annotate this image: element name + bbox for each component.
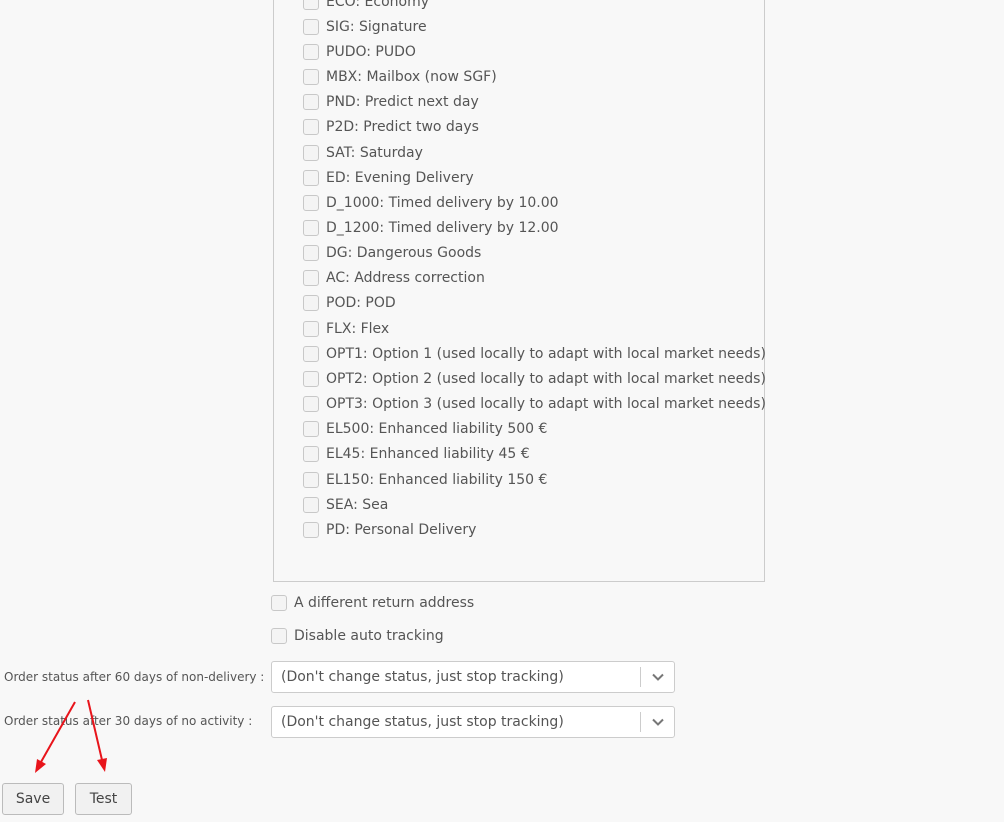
service-item-el150[interactable]: EL150: Enhanced liability 150 € [303,467,766,492]
disable-tracking-label: Disable auto tracking [294,628,444,644]
red-arrow-icon [35,701,76,773]
red-arrow-icon [87,699,107,772]
service-checkbox[interactable] [303,43,319,60]
service-checkbox[interactable] [303,119,319,136]
non-delivery-label: Order status after 60 days of non-delive… [4,670,265,684]
service-item-opt2[interactable]: OPT2: Option 2 (used locally to adapt wi… [303,366,766,391]
service-item-el45[interactable]: EL45: Enhanced liability 45 € [303,442,766,467]
disable-tracking-checkbox[interactable] [271,628,287,644]
service-label: OPT3: Option 3 (used locally to adapt wi… [326,396,766,413]
service-label: OPT2: Option 2 (used locally to adapt wi… [326,370,766,387]
service-checkbox[interactable] [303,219,319,236]
service-checkbox[interactable] [303,0,319,10]
service-label: PD: Personal Delivery [326,521,477,538]
service-item-opt1[interactable]: OPT1: Option 1 (used locally to adapt wi… [303,341,766,366]
service-checkbox[interactable] [303,421,319,438]
chevron-down-icon[interactable] [640,667,674,687]
no-activity-status-select[interactable]: (Don't change status, just stop tracking… [271,706,675,738]
service-checkbox[interactable] [303,169,319,186]
save-button[interactable]: Save [2,783,64,815]
service-label: POD: POD [326,295,396,312]
service-label: PUDO: PUDO [326,43,416,60]
service-checkbox[interactable] [303,320,319,337]
service-item-sea[interactable]: SEA: Sea [303,492,766,517]
service-label: EL150: Enhanced liability 150 € [326,471,548,488]
service-item-pudo[interactable]: PUDO: PUDO [303,39,766,64]
service-label: PND: Predict next day [326,94,479,111]
service-checkbox[interactable] [303,345,319,362]
service-label: SEA: Sea [326,496,389,513]
service-label: SAT: Saturday [326,144,423,161]
service-item-sat[interactable]: SAT: Saturday [303,140,766,165]
service-label: SIG: Signature [326,18,427,35]
service-item-opt3[interactable]: OPT3: Option 3 (used locally to adapt wi… [303,392,766,417]
service-checkbox[interactable] [303,370,319,387]
service-checkbox[interactable] [303,496,319,513]
service-label: EL500: Enhanced liability 500 € [326,421,548,438]
non-delivery-status-select[interactable]: (Don't change status, just stop tracking… [271,661,675,693]
service-item-dg[interactable]: DG: Dangerous Goods [303,241,766,266]
service-item-pnd[interactable]: PND: Predict next day [303,90,766,115]
services-list-box: ECO: Economy SIG: Signature PUDO: PUDO M… [273,0,766,582]
service-item-d1000[interactable]: D_1000: Timed delivery by 10.00 [303,190,766,215]
chevron-down-icon[interactable] [640,712,674,732]
service-label: D_1200: Timed delivery by 12.00 [326,219,559,236]
select-value: (Don't change status, just stop tracking… [281,714,564,730]
service-checkbox[interactable] [303,144,319,161]
select-value: (Don't change status, just stop tracking… [281,669,564,685]
service-label: AC: Address correction [326,270,485,287]
services-list: ECO: Economy SIG: Signature PUDO: PUDO M… [303,0,766,542]
service-label: D_1000: Timed delivery by 10.00 [326,194,559,211]
service-checkbox[interactable] [303,69,319,86]
service-item-pd[interactable]: PD: Personal Delivery [303,517,766,542]
test-button[interactable]: Test [75,783,132,815]
service-label: ECO: Economy [326,0,430,10]
no-activity-label: Order status after 30 days of no activit… [4,714,253,728]
return-address-checkbox[interactable] [271,595,287,611]
service-label: FLX: Flex [326,320,390,337]
service-checkbox[interactable] [303,521,319,538]
service-checkbox[interactable] [303,94,319,111]
service-label: P2D: Predict two days [326,119,479,136]
service-item-sig[interactable]: SIG: Signature [303,14,766,39]
service-item-ed[interactable]: ED: Evening Delivery [303,165,766,190]
service-label: EL45: Enhanced liability 45 € [326,446,530,463]
return-address-label: A different return address [294,595,475,611]
service-checkbox[interactable] [303,396,319,413]
service-label: ED: Evening Delivery [326,169,474,186]
service-checkbox[interactable] [303,270,319,287]
disable-tracking-option[interactable]: Disable auto tracking [271,628,444,644]
service-checkbox[interactable] [303,471,319,488]
service-label: DG: Dangerous Goods [326,245,482,262]
service-item-ac[interactable]: AC: Address correction [303,266,766,291]
service-item-p2d[interactable]: P2D: Predict two days [303,115,766,140]
service-label: OPT1: Option 1 (used locally to adapt wi… [326,345,766,362]
service-item-mbx[interactable]: MBX: Mailbox (now SGF) [303,64,766,89]
service-checkbox[interactable] [303,18,319,35]
service-checkbox[interactable] [303,194,319,211]
service-checkbox[interactable] [303,245,319,262]
service-checkbox[interactable] [303,446,319,463]
service-item-flx[interactable]: FLX: Flex [303,316,766,341]
service-item-d1200[interactable]: D_1200: Timed delivery by 12.00 [303,215,766,240]
service-item-el500[interactable]: EL500: Enhanced liability 500 € [303,417,766,442]
service-item-pod[interactable]: POD: POD [303,291,766,316]
return-address-option[interactable]: A different return address [271,595,474,611]
service-checkbox[interactable] [303,295,319,312]
service-item-eco[interactable]: ECO: Economy [303,0,766,14]
service-label: MBX: Mailbox (now SGF) [326,69,497,86]
